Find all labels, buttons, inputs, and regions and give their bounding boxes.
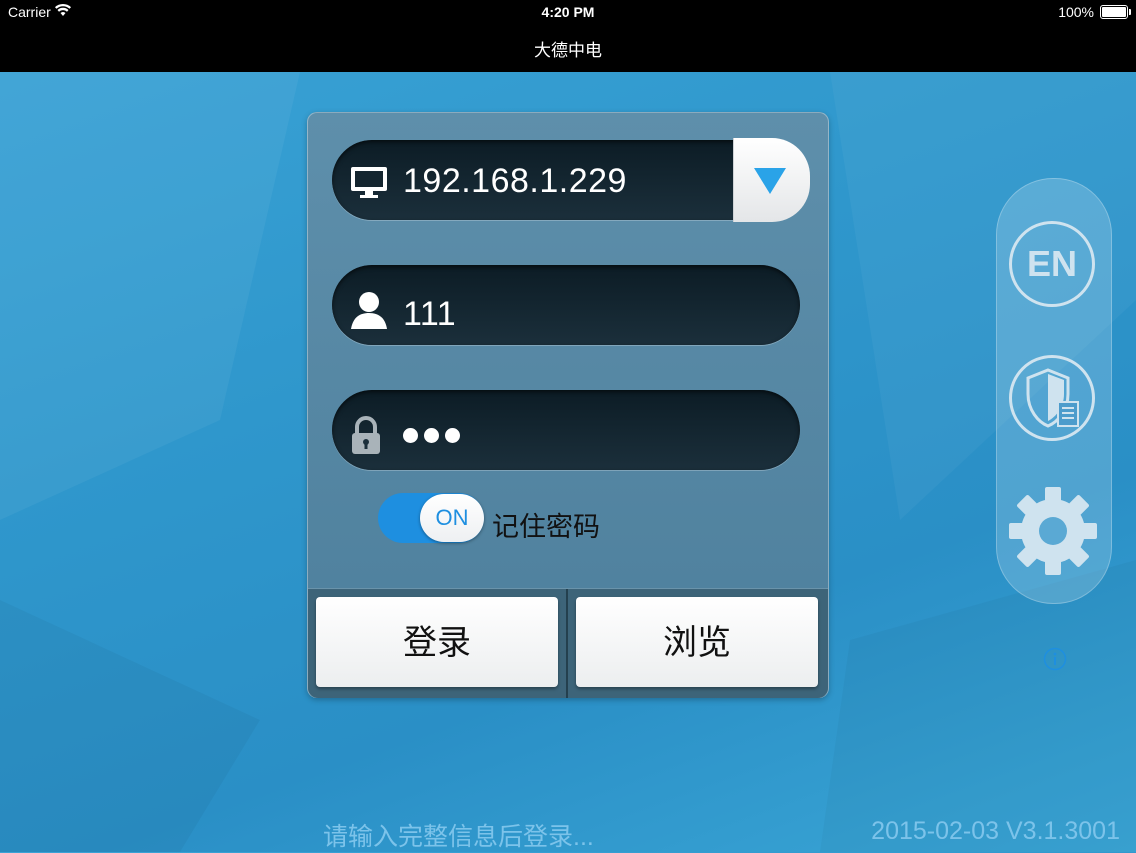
version-label: 2015-02-03 V3.1.3001	[871, 817, 1120, 845]
remember-password-toggle[interactable]: ON	[378, 493, 484, 543]
shield-document-icon	[1026, 368, 1079, 428]
app-title: 大德中电	[534, 41, 602, 60]
server-address-value[interactable]: 192.168.1.229	[403, 162, 627, 201]
clock-time: 4:20 PM	[541, 4, 595, 20]
server-address-field[interactable]: 192.168.1.229	[332, 138, 810, 222]
action-button-row: 登录 浏览	[308, 588, 828, 698]
lock-icon	[352, 416, 380, 454]
login-panel: 192.168.1.229 111 ON 记住密码 登录 浏览	[307, 112, 829, 698]
browse-button[interactable]: 浏览	[576, 597, 818, 687]
login-button[interactable]: 登录	[316, 597, 558, 687]
password-field[interactable]	[332, 390, 800, 470]
shield-button[interactable]	[1009, 355, 1095, 441]
footer-hint: 请输入完整信息后登录...	[323, 823, 594, 851]
password-mask[interactable]	[403, 428, 466, 448]
side-toolbar: EN	[996, 178, 1112, 604]
server-dropdown-button[interactable]	[733, 138, 810, 222]
username-value[interactable]: 111	[403, 295, 456, 334]
toggle-knob: ON	[420, 494, 484, 542]
info-icon[interactable]	[1043, 647, 1067, 671]
status-bar: Carrier 4:20 PM 100% 大德中电	[0, 0, 1136, 72]
battery-icon	[1100, 5, 1131, 19]
battery-percent: 100%	[1058, 4, 1094, 20]
gear-icon[interactable]	[1007, 485, 1099, 577]
username-field[interactable]: 111	[332, 265, 800, 345]
language-button[interactable]: EN	[1009, 221, 1095, 307]
dropdown-triangle-icon	[754, 168, 786, 194]
remember-password-label: 记住密码	[492, 512, 600, 542]
user-icon	[351, 292, 387, 329]
button-divider	[566, 589, 568, 698]
monitor-icon	[351, 167, 387, 198]
